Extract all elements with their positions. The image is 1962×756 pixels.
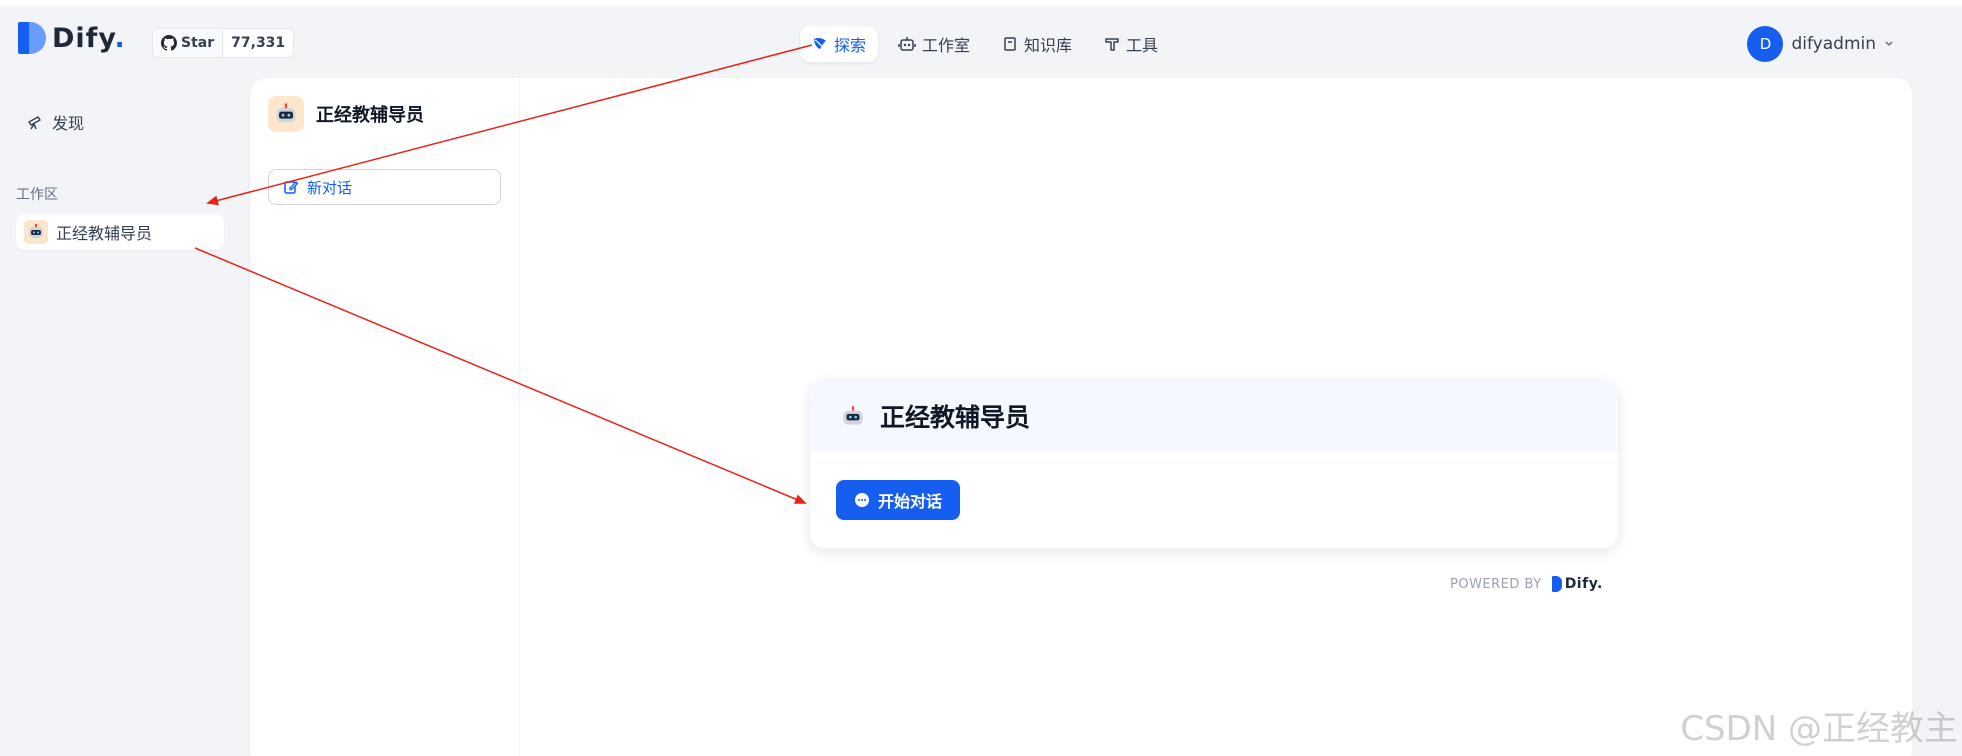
dify-logo-text: Dify.	[52, 22, 126, 54]
user-name: difyadmin	[1791, 34, 1876, 54]
nav-tools[interactable]: 工具	[1092, 26, 1170, 62]
avatar: D	[1747, 26, 1784, 62]
new-chat-button[interactable]: 新对话	[268, 169, 501, 205]
welcome-card-title: 正经教辅导员	[880, 403, 1031, 432]
robot-avatar-icon	[24, 220, 48, 244]
nav-knowledge[interactable]: 知识库	[990, 26, 1084, 62]
github-star-button[interactable]: Star 77,331	[152, 28, 295, 58]
top-header: Dify. Star 77,331 探索 工作室 知识库 工具 D difyad…	[0, 6, 1962, 70]
edit-icon	[284, 181, 299, 194]
conversation-sidebar: 正经教辅导员 新对话	[250, 78, 520, 756]
github-star-label: Star	[153, 29, 224, 57]
dify-logo-mark-icon	[18, 22, 46, 54]
right-gutter	[1912, 70, 1962, 756]
compass-icon	[814, 37, 826, 49]
github-icon	[161, 35, 177, 51]
chat-bubble-icon	[855, 493, 869, 507]
chevron-down-icon	[1885, 41, 1893, 47]
dify-mini-logo-icon	[1551, 576, 1562, 592]
workspace-label: 工作区	[16, 187, 58, 203]
sidebar-item-app[interactable]: 正经教辅导员	[16, 214, 224, 250]
dify-logo[interactable]: Dify.	[18, 22, 126, 54]
app-title: 正经教辅导员	[316, 105, 424, 126]
welcome-card-body: 开始对话	[810, 452, 1618, 548]
app-header: 正经教辅导员	[268, 96, 424, 132]
robot-icon	[898, 37, 916, 51]
powered-by: POWERED BY Dify.	[1450, 576, 1603, 592]
welcome-card: 正经教辅导员 开始对话	[810, 380, 1618, 548]
watermark: CSDN @正经教主	[1680, 709, 1958, 749]
powered-by-logo: Dify.	[1551, 576, 1603, 592]
robot-avatar-icon	[843, 406, 863, 425]
app-panel: 正经教辅导员 新对话 正经教辅导员 开始对话 POWERED BY Dify.	[250, 78, 1912, 756]
nav-studio[interactable]: 工作室	[886, 26, 982, 62]
app-avatar-icon	[268, 96, 304, 132]
explore-sidebar: 发现 工作区 正经教辅导员	[0, 70, 240, 756]
sidebar-item-discover[interactable]: 发现	[16, 104, 94, 140]
nav-explore[interactable]: 探索	[800, 26, 879, 62]
main-nav: 探索 工作室 知识库 工具	[800, 26, 1170, 62]
book-icon	[1004, 37, 1016, 51]
hammer-icon	[1105, 38, 1119, 51]
github-star-count: 77,331	[231, 35, 286, 51]
start-chat-button[interactable]: 开始对话	[836, 480, 961, 520]
welcome-card-header: 正经教辅导员	[810, 380, 1618, 452]
telescope-icon	[28, 116, 41, 130]
user-menu[interactable]: D difyadmin	[1747, 26, 1894, 62]
